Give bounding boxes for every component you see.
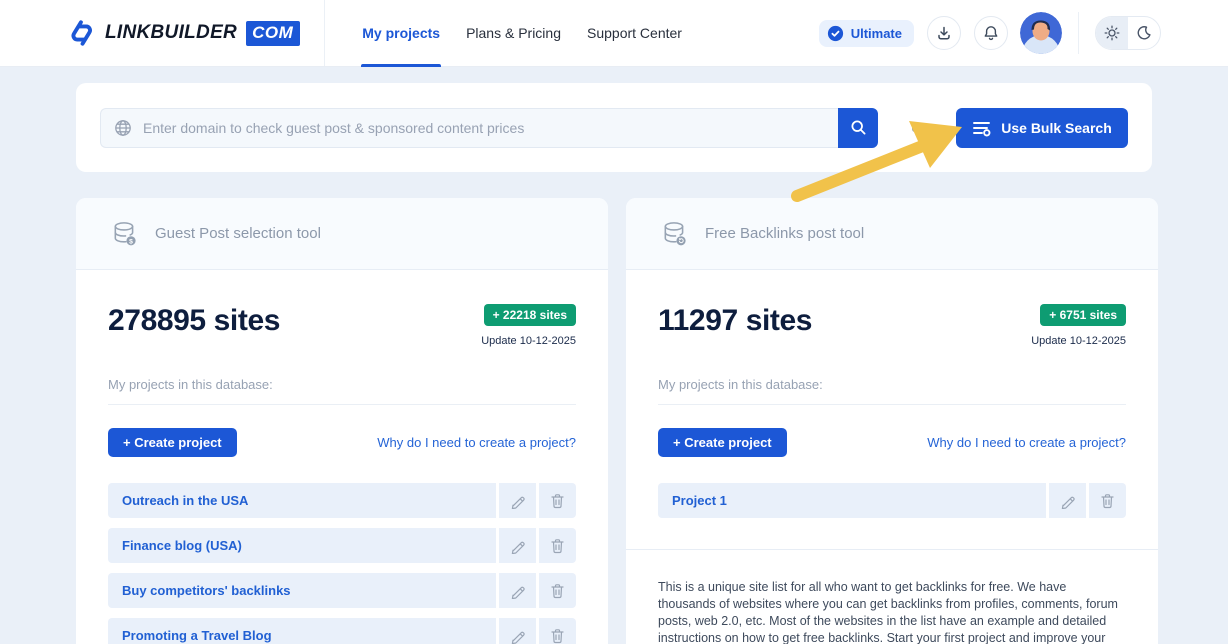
sun-icon [1104, 25, 1120, 41]
project-row: Promoting a Travel Blog [108, 618, 576, 644]
sites-added-badge: + 22218 sites [483, 304, 576, 326]
project-row: Outreach in the USA [108, 483, 576, 518]
trash-icon [551, 583, 564, 598]
project-row: Finance blog (USA) [108, 528, 576, 563]
project-link[interactable]: Project 1 [658, 483, 1046, 518]
database-refresh-icon [664, 222, 686, 246]
bulk-search-label: Use Bulk Search [1001, 119, 1112, 136]
guest-post-card-header: $ Guest Post selection tool [76, 198, 608, 270]
pencil-icon [511, 541, 525, 554]
why-create-project-link[interactable]: Why do I need to create a project? [927, 435, 1126, 450]
logo[interactable]: LINKBUILDER COM [68, 18, 301, 48]
nav-support-center[interactable]: Support Center [574, 0, 695, 67]
trash-icon [551, 493, 564, 508]
guest-post-card: $ Guest Post selection tool 278895 sites… [76, 198, 608, 644]
download-button[interactable] [927, 16, 961, 50]
edit-project-button[interactable] [499, 618, 536, 644]
free-backlinks-description: This is a unique site list for all who w… [658, 580, 1118, 644]
svg-text:$: $ [129, 238, 133, 245]
search-button[interactable] [838, 107, 879, 148]
domain-search-panel: or Use Bulk Search [76, 83, 1152, 172]
main-nav: My projects Plans & Pricing Support Cent… [349, 0, 695, 67]
pencil-icon [511, 496, 525, 509]
sites-count: 278895 sites [108, 304, 281, 337]
plan-badge[interactable]: Ultimate [818, 19, 914, 47]
dark-mode-option[interactable] [1128, 17, 1160, 49]
card-title: Guest Post selection tool [155, 225, 321, 242]
delete-project-button[interactable] [539, 618, 576, 644]
card-title: Free Backlinks post tool [705, 225, 865, 242]
bell-icon [984, 26, 998, 41]
pencil-icon [511, 631, 525, 644]
create-project-button[interactable]: + Create project [108, 428, 237, 457]
free-backlinks-card: Free Backlinks post tool 11297 sites + 6… [626, 198, 1158, 644]
logo-badge: COM [246, 20, 301, 46]
delete-project-button[interactable] [539, 483, 576, 518]
light-mode-option[interactable] [1096, 17, 1128, 49]
projects-label: My projects in this database: [108, 377, 273, 392]
header-divider-2 [1078, 12, 1079, 54]
notifications-button[interactable] [974, 16, 1008, 50]
free-backlinks-card-header: Free Backlinks post tool [626, 198, 1158, 270]
edit-project-button[interactable] [499, 528, 536, 563]
pencil-icon [511, 586, 525, 599]
project-row: Project 1 [658, 483, 1126, 518]
project-link[interactable]: Outreach in the USA [108, 483, 496, 518]
pencil-icon [1061, 496, 1075, 509]
moon-icon [1137, 26, 1151, 40]
theme-toggle[interactable] [1095, 16, 1161, 50]
linkbuilder-logo-icon [71, 20, 92, 46]
divider [658, 404, 1126, 405]
edit-project-button[interactable] [499, 483, 536, 518]
database-dollar-icon: $ [114, 222, 136, 246]
nav-my-projects[interactable]: My projects [349, 0, 453, 67]
sites-count: 11297 sites [658, 304, 813, 337]
projects-label: My projects in this database: [658, 377, 823, 392]
sites-added-badge: + 6751 sites [1040, 304, 1126, 326]
update-date: Update 10-12-2025 [1031, 335, 1126, 347]
nav-plans-pricing[interactable]: Plans & Pricing [453, 0, 574, 67]
project-list: Project 1 [658, 483, 1126, 518]
globe-icon [115, 119, 131, 136]
or-label: or [911, 120, 923, 135]
plan-badge-label: Ultimate [850, 25, 902, 41]
guest-post-card-body: 278895 sites + 22218 sites Update 10-12-… [76, 304, 608, 644]
avatar[interactable] [1020, 12, 1062, 54]
trash-icon [1101, 493, 1114, 508]
download-icon [938, 26, 950, 40]
avatar-illustration [1020, 12, 1062, 54]
top-header: LINKBUILDER COM My projects Plans & Pric… [0, 0, 1228, 67]
project-link[interactable]: Promoting a Travel Blog [108, 618, 496, 644]
project-link[interactable]: Finance blog (USA) [108, 528, 496, 563]
bulk-list-icon [973, 121, 991, 136]
project-link[interactable]: Buy competitors' backlinks [108, 573, 496, 608]
update-date: Update 10-12-2025 [481, 335, 576, 347]
domain-search-input[interactable] [143, 119, 826, 136]
edit-project-button[interactable] [499, 573, 536, 608]
delete-project-button[interactable] [539, 528, 576, 563]
why-create-project-link[interactable]: Why do I need to create a project? [377, 435, 576, 450]
project-row: Buy competitors' backlinks [108, 573, 576, 608]
use-bulk-search-button[interactable]: Use Bulk Search [956, 107, 1128, 148]
free-backlinks-card-body: 11297 sites + 6751 sites Update 10-12-20… [626, 304, 1158, 644]
domain-search-field[interactable] [100, 107, 839, 148]
delete-project-button[interactable] [1089, 483, 1126, 518]
edit-project-button[interactable] [1049, 483, 1086, 518]
header-divider [324, 0, 326, 66]
logo-text: LINKBUILDER [105, 22, 238, 43]
project-list: Outreach in the USA Finance blog (USA) B… [108, 483, 576, 644]
delete-project-button[interactable] [539, 573, 576, 608]
verified-seal-icon [827, 25, 843, 41]
header-right: Ultimate [818, 12, 1161, 54]
trash-icon [551, 538, 564, 553]
trash-icon [551, 628, 564, 643]
search-icon [851, 120, 866, 135]
tool-cards: $ Guest Post selection tool 278895 sites… [76, 198, 1158, 644]
divider [108, 404, 576, 405]
create-project-button[interactable]: + Create project [658, 428, 787, 457]
divider [626, 549, 1158, 550]
